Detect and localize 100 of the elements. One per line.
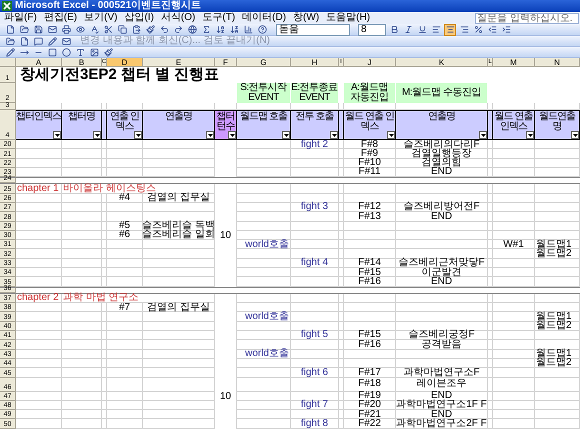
menu-item[interactable]: 도움말(H) (326, 12, 370, 24)
filter-dropdown-button[interactable] (93, 131, 101, 139)
document-icon[interactable] (18, 35, 30, 47)
table-cell: END (396, 410, 488, 420)
format-painter-icon[interactable] (144, 24, 156, 36)
empty-cell (493, 392, 535, 401)
empty-cell (143, 258, 215, 268)
preview-icon[interactable] (74, 24, 86, 36)
empty-cell (107, 168, 143, 178)
table-cell: F#22 (344, 419, 396, 429)
column-header[interactable]: N (535, 58, 580, 67)
filter-dropdown-button[interactable] (479, 131, 487, 139)
cut-icon[interactable] (102, 24, 114, 36)
indent-icon[interactable] (500, 24, 512, 36)
sort-descending-icon[interactable] (228, 24, 240, 36)
empty-cell (237, 322, 291, 331)
menu-item[interactable]: 창(W) (293, 12, 320, 24)
column-header[interactable]: M (493, 58, 535, 67)
table-cell: 월드맵1 (535, 350, 580, 359)
menu-item[interactable]: 삽입(I) (124, 12, 154, 24)
filter-dropdown-button[interactable] (134, 131, 142, 139)
filter-dropdown-button[interactable] (206, 131, 214, 139)
menu-item[interactable]: 서식(O) (160, 12, 196, 24)
legend-label: M:월드맵 수동진입 (396, 83, 488, 103)
table-cell: 월드맵2 (535, 249, 580, 259)
filter-dropdown-button[interactable] (282, 131, 290, 139)
menu-item[interactable]: 도구(T) (202, 12, 236, 24)
table-cell: F#12 (344, 202, 396, 212)
menu-item[interactable]: 데이터(D) (242, 12, 286, 24)
percent-icon[interactable] (472, 24, 484, 36)
filter-dropdown-button[interactable] (571, 131, 579, 139)
save-icon[interactable] (32, 24, 44, 36)
globe-icon[interactable] (186, 24, 198, 36)
menu-item[interactable]: 파일(F) (4, 12, 37, 24)
text-box-icon[interactable] (74, 46, 86, 58)
filter-dropdown-button[interactable] (330, 131, 338, 139)
empty-cell (535, 392, 580, 401)
empty-cell (493, 294, 535, 303)
column-title: 월드 연출 인덱스 (344, 110, 396, 140)
font-size-field[interactable]: 8 (358, 24, 386, 36)
column-header[interactable]: D (107, 58, 143, 67)
menu-item[interactable]: 편집(E) (44, 12, 78, 24)
filter-dropdown-button[interactable] (228, 131, 236, 139)
empty-cell (344, 230, 396, 240)
column-header[interactable]: K (396, 58, 488, 67)
empty-cell (143, 249, 215, 259)
column-header[interactable]: G (237, 58, 291, 67)
fill-icon[interactable] (102, 46, 114, 58)
empty-cell (493, 378, 535, 392)
chart-icon[interactable] (242, 24, 254, 36)
table-cell: world호출 (237, 350, 291, 359)
empty-cell (535, 368, 580, 378)
legend-label: S:전투시작 EVENT (237, 83, 291, 103)
table-cell: 월드맵2 (535, 322, 580, 331)
pencil-icon[interactable] (4, 46, 16, 58)
column-header[interactable]: E (143, 58, 215, 67)
column-header[interactable]: F (215, 58, 237, 67)
column-title: 연출명 (143, 110, 215, 140)
column-header[interactable]: J (344, 58, 396, 67)
column-header[interactable]: B (62, 58, 102, 67)
new-document-icon[interactable] (4, 24, 16, 36)
underline-icon[interactable] (416, 24, 428, 36)
empty-cell (62, 322, 102, 331)
column-header[interactable]: A (16, 58, 62, 67)
filter-dropdown-button[interactable] (53, 131, 61, 139)
mail-icon[interactable] (60, 35, 72, 47)
redo-icon[interactable] (172, 24, 184, 36)
align-left-icon[interactable] (430, 24, 442, 36)
menu-item[interactable]: 보기(V) (84, 12, 118, 24)
empty-cell (143, 330, 215, 340)
undo-icon[interactable] (158, 24, 170, 36)
rectangle-icon[interactable] (46, 46, 58, 58)
align-right-icon[interactable] (458, 24, 470, 36)
empty-cell (62, 194, 102, 203)
font-field[interactable]: 돋움 (276, 24, 350, 36)
outdent-icon[interactable] (486, 24, 498, 36)
sort-ascending-icon[interactable] (214, 24, 226, 36)
comment-icon[interactable] (32, 35, 44, 47)
paste-icon[interactable] (130, 24, 142, 36)
oval-icon[interactable] (60, 46, 72, 58)
folder-icon[interactable] (18, 24, 30, 36)
empty-cell (535, 158, 580, 168)
help-icon[interactable] (256, 24, 268, 36)
empty-cell (493, 194, 535, 203)
edit-icon[interactable] (46, 35, 58, 47)
filter-dropdown-button[interactable] (387, 131, 395, 139)
printer-icon[interactable] (60, 24, 72, 36)
folder-icon[interactable] (4, 35, 16, 47)
empty-cell (535, 140, 580, 150)
filter-dropdown-button[interactable] (526, 131, 534, 139)
align-center-icon[interactable] (444, 24, 456, 36)
column-header[interactable]: H (291, 58, 339, 67)
table-cell: 월드맵1 (535, 312, 580, 322)
image-icon[interactable] (88, 46, 100, 58)
legend-label: A:월드맵 자동진입 (344, 83, 396, 103)
mail-icon[interactable] (46, 24, 58, 36)
empty-cell (143, 268, 215, 278)
table-cell: fight 4 (291, 258, 339, 268)
copy-icon[interactable] (116, 24, 128, 36)
empty-cell (344, 240, 396, 250)
